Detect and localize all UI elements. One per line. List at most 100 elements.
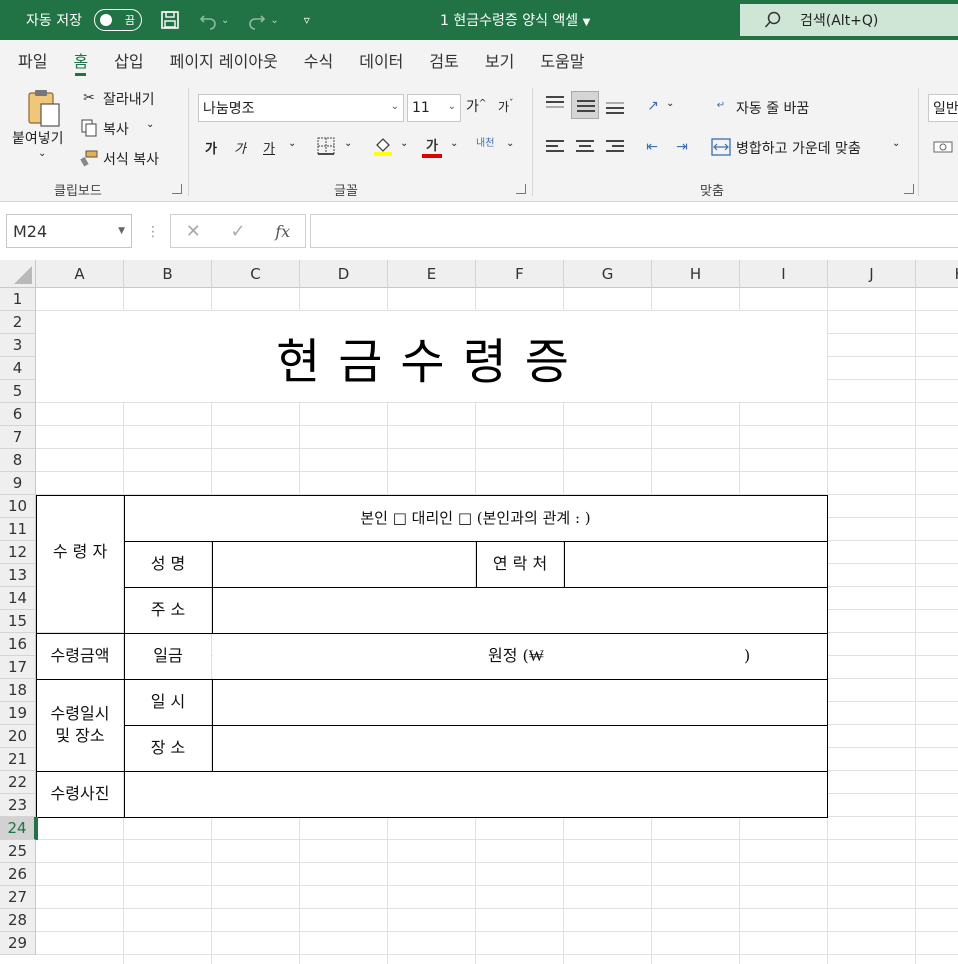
row-header-16[interactable]: 16 (0, 633, 36, 656)
borders-icon[interactable] (316, 136, 336, 156)
row-header-2[interactable]: 2 (0, 311, 36, 334)
merge-center-dropdown-icon[interactable]: ⌄ (892, 138, 900, 149)
paste-button[interactable]: 붙여넣기 (12, 128, 64, 148)
borders-dropdown-icon[interactable]: ⌄ (344, 138, 352, 149)
document-title[interactable]: 1 현금수령증 양식 액셀 ▼ (440, 10, 590, 30)
row-header-14[interactable]: 14 (0, 587, 36, 610)
amount-prefix[interactable]: 일금 (124, 633, 212, 679)
tab-page-layout[interactable]: 페이지 레이아웃 (162, 40, 286, 80)
select-all-button[interactable] (0, 260, 36, 288)
autosave-toggle[interactable]: 끔 (93, 9, 142, 31)
column-header-h[interactable]: H (652, 260, 740, 288)
resize-handle-icon[interactable]: ⋮ (146, 224, 160, 240)
column-header-i[interactable]: I (740, 260, 828, 288)
recipient-label[interactable]: 수 령 자 (36, 495, 124, 610)
decrease-indent-icon[interactable]: ⇤ (642, 138, 662, 156)
copy-dropdown-icon[interactable]: ⌄ (146, 119, 154, 130)
row-header-29[interactable]: 29 (0, 932, 36, 955)
bold-button[interactable]: 가 (205, 138, 217, 157)
number-format-select[interactable]: 일반 (928, 94, 958, 122)
shrink-font-button[interactable]: 가ˇ (498, 98, 514, 115)
paste-dropdown-icon[interactable]: ⌄ (38, 148, 46, 159)
search-box[interactable]: 검색(Alt+Q) (740, 4, 958, 36)
row-header-6[interactable]: 6 (0, 403, 36, 426)
underline-button[interactable]: 가 (263, 138, 275, 157)
column-header-k[interactable]: K (916, 260, 958, 288)
align-center-icon[interactable] (576, 140, 594, 154)
font-color-dropdown-icon[interactable]: ⌄ (450, 138, 458, 149)
redo-icon[interactable] (247, 10, 267, 30)
column-header-g[interactable]: G (564, 260, 652, 288)
worksheet-grid[interactable]: ABCDEFGHIJK12345678910111213141516171819… (0, 260, 958, 964)
copy-button[interactable]: 복사 (103, 119, 129, 139)
row-header-4[interactable]: 4 (0, 357, 36, 380)
row-header-18[interactable]: 18 (0, 679, 36, 702)
row-header-22[interactable]: 22 (0, 771, 36, 794)
place-label[interactable]: 장 소 (124, 725, 212, 771)
phonetic-dropdown-icon[interactable]: ⌄ (506, 138, 514, 149)
row-header-19[interactable]: 19 (0, 702, 36, 725)
fill-color-dropdown-icon[interactable]: ⌄ (400, 138, 408, 149)
cut-button[interactable]: 잘라내기 (103, 89, 155, 109)
align-bottom-icon[interactable] (606, 102, 624, 116)
underline-dropdown-icon[interactable]: ⌄ (288, 138, 296, 149)
alignment-launcher-icon[interactable] (904, 184, 914, 194)
row-header-23[interactable]: 23 (0, 794, 36, 817)
tab-help[interactable]: 도움말 (532, 40, 592, 80)
tab-review[interactable]: 검토 (421, 40, 466, 80)
font-color-icon[interactable]: 가 (421, 134, 443, 158)
name-label[interactable]: 성 명 (124, 541, 212, 587)
font-size-select[interactable]: 11 ⌄ (407, 94, 461, 122)
column-header-a[interactable]: A (36, 260, 124, 288)
row-header-20[interactable]: 20 (0, 725, 36, 748)
row-header-10[interactable]: 10 (0, 495, 36, 518)
increase-indent-icon[interactable]: ⇥ (672, 138, 692, 156)
save-icon[interactable] (160, 10, 180, 30)
column-header-f[interactable]: F (476, 260, 564, 288)
undo-icon[interactable] (198, 10, 218, 30)
row-header-15[interactable]: 15 (0, 610, 36, 633)
tab-insert[interactable]: 삽입 (106, 40, 151, 80)
row-header-26[interactable]: 26 (0, 863, 36, 886)
tab-home[interactable]: 홈 (65, 40, 96, 80)
row-header-1[interactable]: 1 (0, 288, 36, 311)
column-header-j[interactable]: J (828, 260, 916, 288)
paste-icon[interactable] (24, 88, 64, 128)
font-name-select[interactable]: 나눔명조 ⌄ (198, 94, 404, 122)
row-header-24[interactable]: 24 (0, 817, 36, 840)
address-label[interactable]: 주 소 (124, 587, 212, 633)
column-header-e[interactable]: E (388, 260, 476, 288)
column-header-d[interactable]: D (300, 260, 388, 288)
date-time-label[interactable]: 일 시 (124, 679, 212, 725)
amount-won-label[interactable]: 원정 (₩ (476, 633, 564, 679)
tab-data[interactable]: 데이터 (351, 40, 411, 80)
align-right-icon[interactable] (606, 140, 624, 154)
font-launcher-icon[interactable] (516, 184, 526, 194)
row-header-12[interactable]: 12 (0, 541, 36, 564)
cancel-icon[interactable]: ✕ (171, 221, 216, 242)
clipboard-launcher-icon[interactable] (172, 184, 182, 194)
orientation-dropdown-icon[interactable]: ⌄ (666, 98, 674, 109)
formula-input[interactable] (310, 214, 958, 248)
italic-button[interactable]: 가 (234, 138, 246, 157)
tab-formulas[interactable]: 수식 (296, 40, 341, 80)
accounting-format-icon[interactable] (932, 138, 954, 156)
row-header-17[interactable]: 17 (0, 656, 36, 679)
row-header-9[interactable]: 9 (0, 472, 36, 495)
form-title[interactable]: 현금수령증 (36, 315, 827, 399)
row-header-7[interactable]: 7 (0, 426, 36, 449)
row-header-28[interactable]: 28 (0, 909, 36, 932)
amount-label[interactable]: 수령금액 (36, 633, 124, 679)
fill-color-icon[interactable] (372, 134, 394, 158)
customize-toolbar-icon[interactable]: ▿ (297, 10, 317, 30)
merge-center-button[interactable]: 병합하고 가운데 맞춤 (736, 138, 861, 158)
amount-close-paren[interactable]: ) (740, 633, 790, 679)
phonetic-button[interactable]: 내천 (476, 134, 494, 149)
row-header-8[interactable]: 8 (0, 449, 36, 472)
row-header-11[interactable]: 11 (0, 518, 36, 541)
row-header-21[interactable]: 21 (0, 748, 36, 771)
undo-dropdown-icon[interactable]: ⌄ (221, 15, 229, 26)
row-header-13[interactable]: 13 (0, 564, 36, 587)
insert-function-icon[interactable]: fx (260, 222, 305, 241)
photo-label[interactable]: 수령사진 (36, 771, 124, 817)
